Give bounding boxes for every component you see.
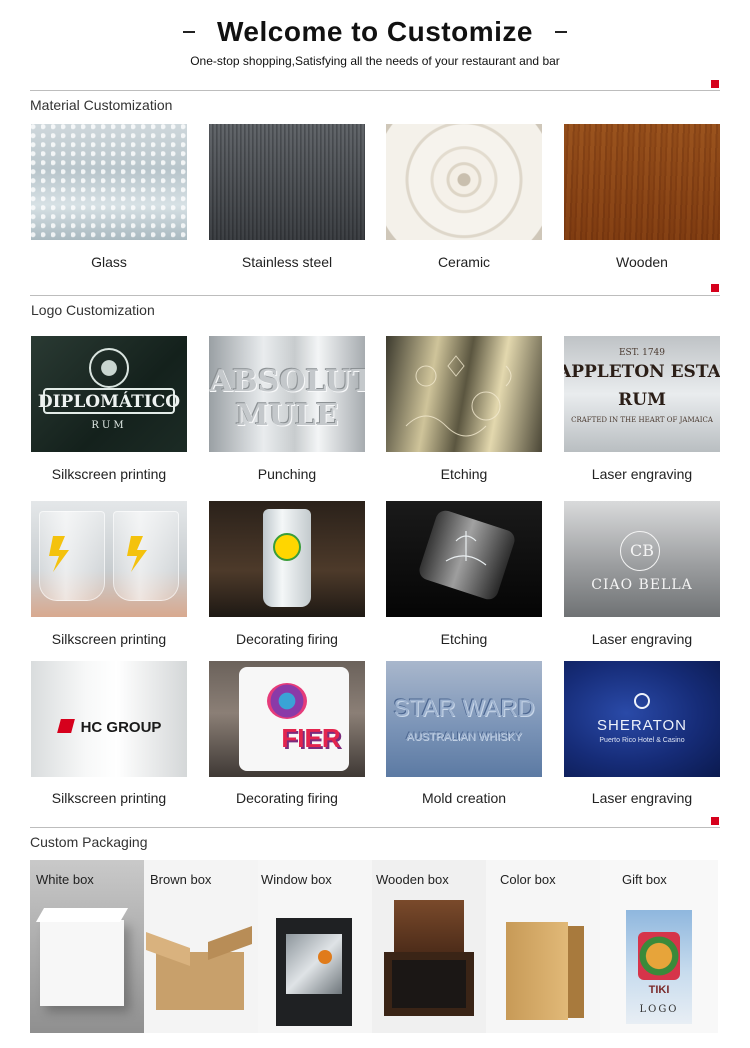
pack-white-box[interactable]: White box [30, 860, 144, 1033]
logo-decorating-image-2[interactable]: FIER [209, 661, 365, 777]
pack-label: Window box [261, 872, 332, 887]
logo-label: Silkscreen printing [51, 631, 167, 647]
section-title-packaging: Custom Packaging [30, 834, 148, 850]
page-title: Welcome to Customize [217, 16, 533, 47]
section-marker [711, 80, 719, 88]
brown-box-icon [156, 952, 244, 1010]
image-text: CB [630, 541, 654, 560]
logo-label: Laser engraving [591, 466, 693, 482]
section-divider [30, 295, 720, 296]
image-text: SHERATON [597, 717, 687, 734]
logo-label: Laser engraving [591, 790, 693, 806]
title-dash-left [183, 31, 195, 33]
image-text: CIAO BELLA [591, 577, 693, 593]
logo-etching-image[interactable] [386, 336, 542, 452]
page-subtitle: One-stop shopping,Satisfying all the nee… [190, 54, 560, 68]
logo-laser-image-2[interactable]: CB CIAO BELLA [564, 501, 720, 617]
logo-mold-image[interactable]: STAR WARD AUSTRALIAN WHISKY [386, 661, 542, 777]
section-marker [711, 817, 719, 825]
section-title-logo: Logo Customization [31, 302, 155, 318]
material-label: Glass [91, 254, 127, 270]
logo-label: Etching [440, 631, 488, 647]
title-dash-right [554, 31, 567, 33]
pack-label: White box [36, 872, 94, 887]
box-window [286, 934, 342, 994]
logo-etching-image-2[interactable] [386, 501, 542, 617]
mug-body [239, 667, 349, 771]
box-lid [35, 908, 129, 922]
logo-laser-image[interactable]: EST. 1749 APPLETON ESTATE RUM CRAFTED IN… [564, 336, 720, 452]
logo-laser-image-3[interactable]: SHERATON Puerto Rico Hotel & Casino [564, 661, 720, 777]
image-text: TIKI [648, 984, 670, 996]
peacock-logo-icon [267, 683, 307, 719]
section-title-material: Material Customization [30, 97, 173, 113]
box-insert [392, 960, 466, 1008]
image-text: MULE [235, 398, 339, 433]
section-divider [30, 827, 720, 828]
pack-label: Wooden box [376, 872, 449, 887]
page-header: Welcome to Customize One-stop shopping,S… [0, 0, 750, 80]
pack-wooden-box[interactable]: Wooden box [372, 860, 486, 1033]
pack-window-box[interactable]: Window box [258, 860, 372, 1033]
material-ceramic-image[interactable] [386, 124, 542, 240]
logo-label: Decorating firing [236, 631, 338, 647]
pack-gift-box[interactable]: Gift box TIKI LOGO [600, 860, 718, 1033]
etched-pattern-icon [405, 355, 512, 437]
image-text: DIPLOMÁTICO [37, 392, 181, 412]
logo-label: Laser engraving [591, 631, 693, 647]
image-text: STAR WARD [393, 695, 535, 722]
section-divider [30, 90, 720, 91]
material-steel-image[interactable] [209, 124, 365, 240]
sheraton-emblem-icon [634, 693, 650, 709]
material-glass-image[interactable] [31, 124, 187, 240]
image-text: HC GROUP [80, 719, 162, 736]
material-label: Wooden [616, 254, 668, 270]
wooden-box-lid [394, 900, 464, 956]
image-text: Puerto Rico Hotel & Casino [599, 737, 685, 744]
image-text: RUM [91, 420, 127, 431]
palm-etching-icon [445, 531, 487, 566]
box-side [568, 926, 584, 1018]
logo-label: Silkscreen printing [51, 790, 167, 806]
logo-label: Mold creation [421, 790, 507, 806]
logo-silkscreen-image-3[interactable]: HC GROUP [31, 661, 187, 777]
pack-color-box[interactable]: Color box [486, 860, 600, 1033]
pack-label: Color box [500, 872, 556, 887]
logo-decorating-image[interactable] [209, 501, 365, 617]
pack-label: Gift box [622, 872, 667, 887]
logo-label: Decorating firing [236, 790, 338, 806]
logo-label: Etching [440, 466, 488, 482]
white-box-icon [40, 920, 124, 1006]
image-text: CRAFTED IN THE HEART OF JAMAICA [571, 416, 713, 424]
material-label: Stainless steel [241, 254, 333, 270]
image-text: FIER [281, 723, 341, 753]
logo-punching-image[interactable]: ABSOLUT MULE [209, 336, 365, 452]
image-text: EST. 1749 [618, 348, 666, 358]
color-box-icon [506, 922, 568, 1020]
section-marker [711, 284, 719, 292]
pack-brown-box[interactable]: Brown box [144, 860, 258, 1033]
material-wood-image[interactable] [564, 124, 720, 240]
smiley-logo-icon [273, 533, 301, 561]
orange-dot [318, 950, 332, 964]
image-text: RUM [618, 390, 666, 410]
logo-label: Punching [257, 466, 317, 482]
logo-silkscreen-image[interactable]: DIPLOMÁTICO RUM [31, 336, 187, 452]
image-text: LOGO [639, 1004, 679, 1015]
logo-label: Silkscreen printing [51, 466, 167, 482]
image-text: ABSOLUT [209, 364, 365, 399]
logo-silkscreen-image-2[interactable] [31, 501, 187, 617]
image-text: AUSTRALIAN WHISKY [406, 731, 522, 743]
tiki-mask-icon [638, 932, 680, 980]
image-text: APPLETON ESTATE [564, 362, 720, 382]
pack-label: Brown box [150, 872, 212, 887]
crest-icon [89, 348, 129, 388]
lightning-logo-icon [49, 536, 147, 572]
material-label: Ceramic [437, 254, 491, 270]
